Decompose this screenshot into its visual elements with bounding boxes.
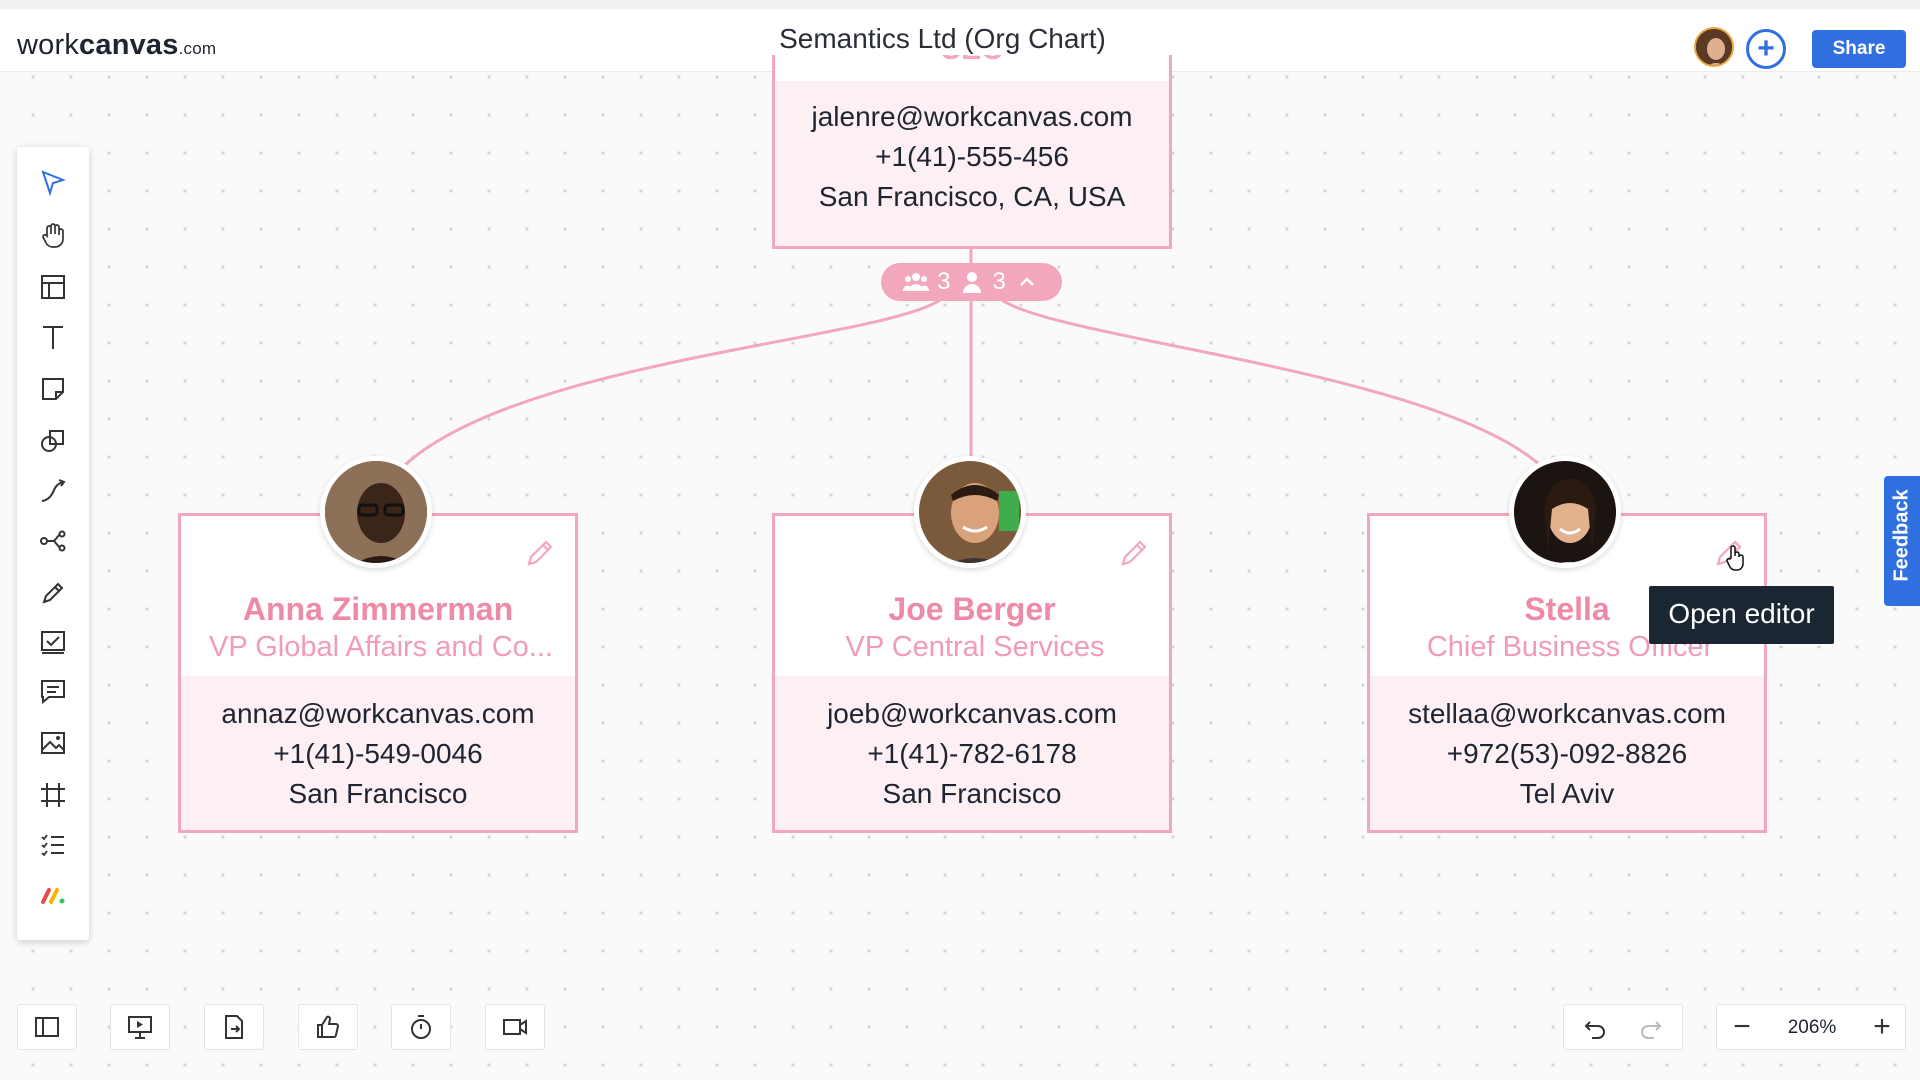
video-button[interactable]: [485, 1004, 545, 1050]
zoom-in-button[interactable]: +: [1857, 1005, 1907, 1051]
thumbs-up-icon: [317, 1015, 340, 1038]
history-controls: [1563, 1004, 1683, 1050]
presentation-button[interactable]: [110, 1004, 170, 1050]
undo-icon[interactable]: [1580, 1014, 1608, 1042]
image-icon[interactable]: [31, 723, 75, 763]
hand-icon[interactable]: [31, 215, 75, 255]
select-icon[interactable]: [31, 163, 75, 203]
employee-location: San Francisco: [288, 778, 468, 809]
employee-avatar[interactable]: [320, 456, 432, 568]
edit-pencil-icon[interactable]: [1117, 536, 1151, 570]
team-icon: [903, 273, 930, 291]
employee-avatar[interactable]: [914, 456, 1026, 568]
redo-icon[interactable]: [1638, 1014, 1666, 1042]
employee-location: Tel Aviv: [1519, 778, 1615, 809]
text-icon[interactable]: [31, 317, 75, 357]
panel-toggle-button[interactable]: [17, 1004, 77, 1050]
mindmap-icon[interactable]: [31, 521, 75, 561]
pen-icon[interactable]: [31, 573, 75, 613]
ceo-email: jalenre@workcanvas.com: [811, 101, 1133, 132]
employee-email: stellaa@workcanvas.com: [1408, 698, 1726, 729]
checklist-icon[interactable]: [31, 621, 75, 661]
frame-icon[interactable]: [31, 775, 75, 815]
timer-icon: [411, 1015, 431, 1039]
employee-phone: +1(41)-549-0046: [273, 738, 483, 769]
video-camera-icon: [503, 1019, 527, 1035]
pointer-cursor-icon: [1726, 545, 1744, 571]
ceo-phone: +1(41)-555-456: [875, 141, 1069, 172]
zoom-controls: − 206% +: [1716, 1004, 1906, 1050]
apps-icon[interactable]: [31, 875, 75, 915]
people-count: 3: [992, 268, 1006, 295]
sticky-note-icon[interactable]: [31, 369, 75, 409]
employee-email: joeb@workcanvas.com: [827, 698, 1117, 729]
employee-role[interactable]: VP Global Affairs and Co...: [191, 631, 571, 664]
person-icon: [962, 272, 981, 293]
connector-icon[interactable]: [31, 471, 75, 511]
comment-icon[interactable]: [31, 671, 75, 711]
zoom-level[interactable]: 206%: [1767, 1005, 1857, 1051]
export-button[interactable]: [204, 1004, 264, 1050]
employee-name[interactable]: Joe Berger: [775, 591, 1169, 628]
ceo-location: San Francisco, CA, USA: [818, 181, 1126, 212]
presentation-icon: [128, 1016, 152, 1039]
shapes-icon[interactable]: [31, 421, 75, 461]
employee-phone: +972(53)-092-8826: [1446, 738, 1688, 769]
employee-phone: +1(41)-782-6178: [867, 738, 1077, 769]
left-toolbar: [17, 147, 89, 940]
list-icon[interactable]: [31, 825, 75, 865]
vote-button[interactable]: [298, 1004, 358, 1050]
employee-email: annaz@workcanvas.com: [221, 698, 535, 729]
timer-button[interactable]: [391, 1004, 451, 1050]
edit-pencil-icon[interactable]: [523, 536, 557, 570]
ceo-role-cut: CEO: [775, 55, 1169, 81]
employee-name[interactable]: Anna Zimmerman: [181, 591, 575, 628]
zoom-out-button[interactable]: −: [1717, 1005, 1767, 1051]
layout-icon[interactable]: [31, 267, 75, 307]
employee-role[interactable]: VP Central Services: [785, 631, 1165, 664]
employee-avatar[interactable]: [1509, 456, 1621, 568]
sidebar-icon: [35, 1017, 59, 1037]
employee-location: San Francisco: [882, 778, 1062, 809]
ceo-card[interactable]: CEO jalenre@workcanvas.com +1(41)-555-45…: [772, 55, 1172, 249]
feedback-tab[interactable]: Feedback: [1884, 476, 1920, 606]
open-editor-tooltip: Open editor: [1649, 586, 1834, 644]
export-file-icon: [225, 1015, 243, 1039]
team-count-badge[interactable]: 3 3: [881, 263, 1062, 301]
chevron-up-icon[interactable]: [1014, 269, 1040, 295]
team-count: 3: [937, 268, 951, 295]
